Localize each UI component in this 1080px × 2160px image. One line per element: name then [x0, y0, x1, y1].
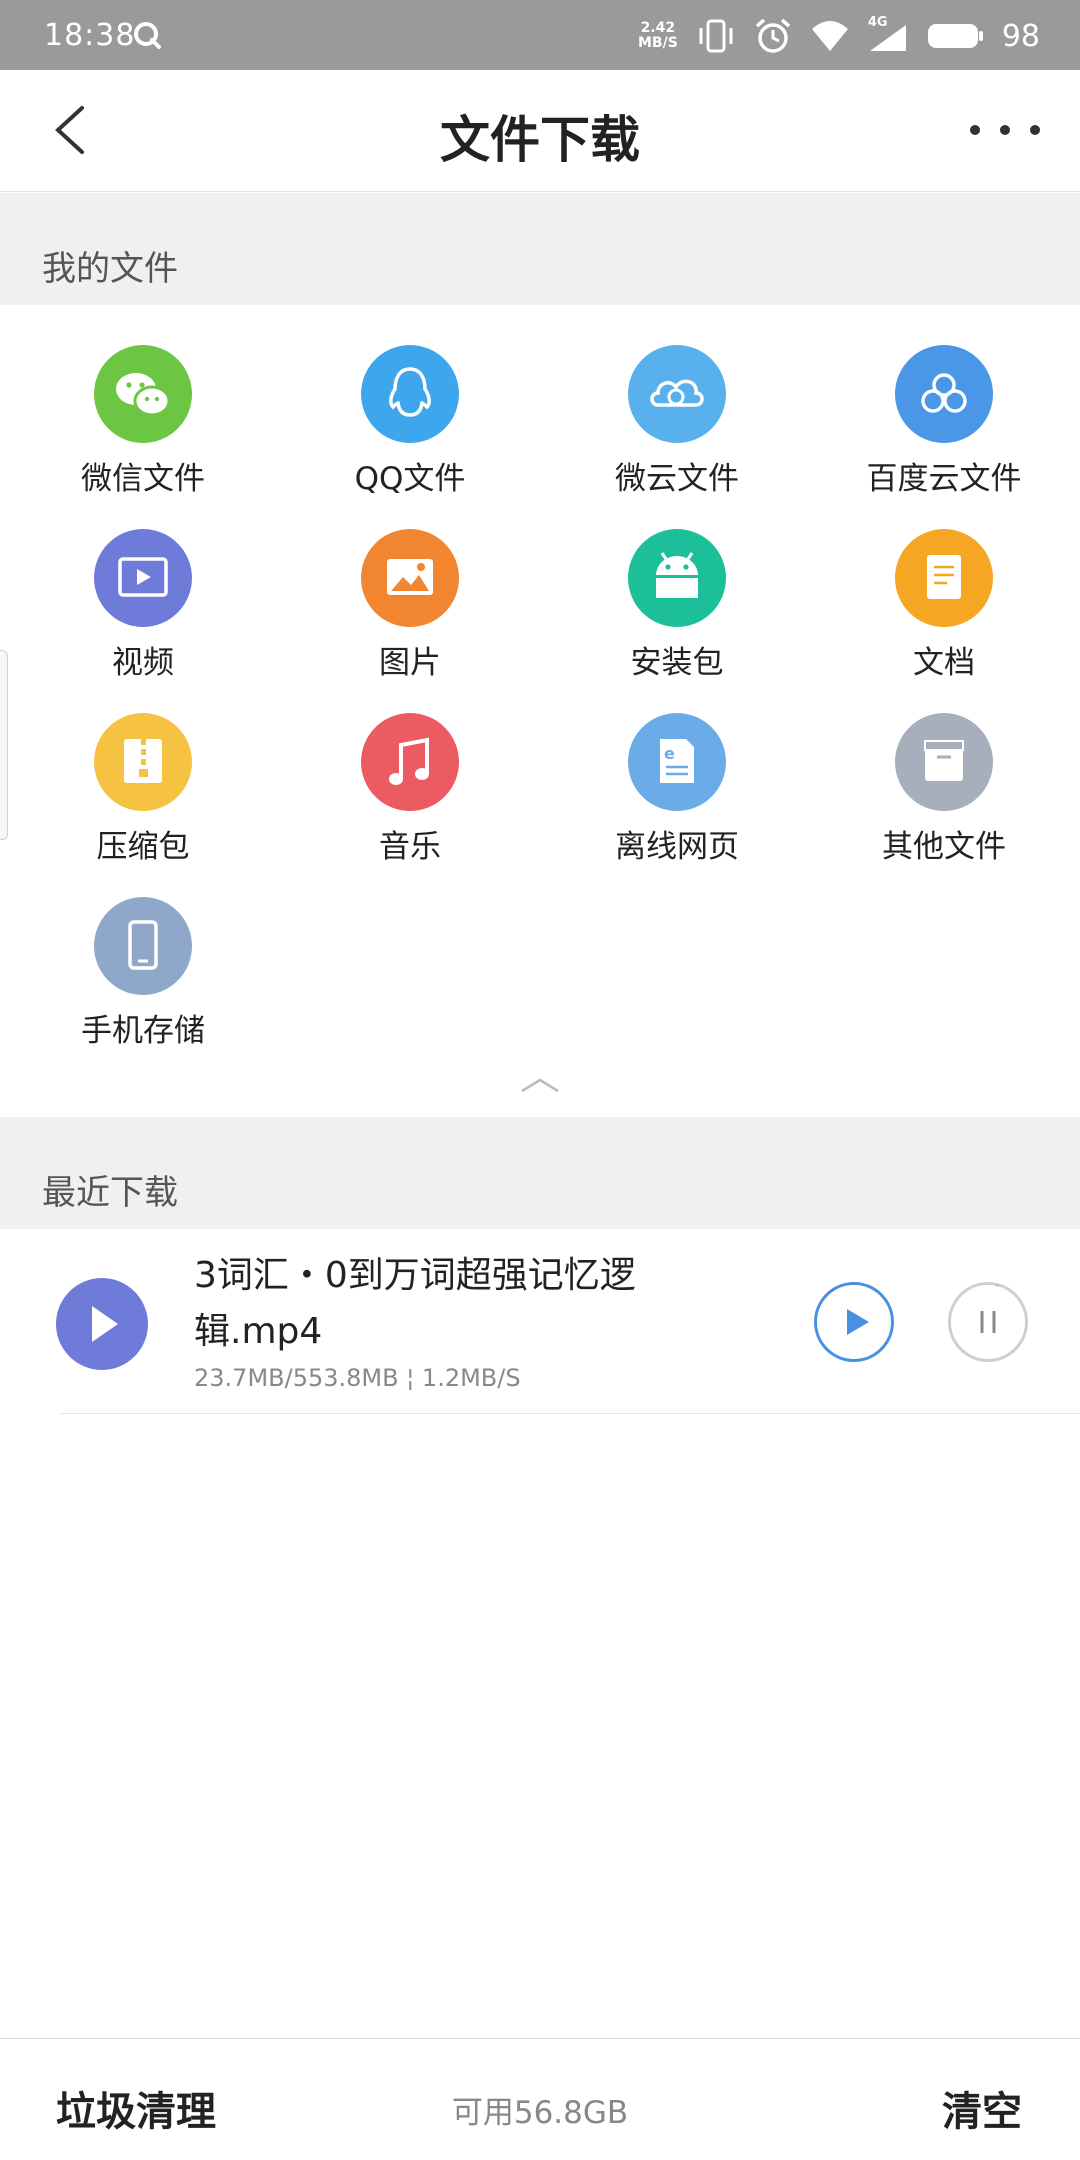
svg-text:e: e — [664, 744, 675, 763]
category-label: 其他文件 — [882, 829, 1006, 865]
download-list-item[interactable]: 3词汇・0到万词超强记忆逻辑.mp4 23.7MB/553.8MB ¦ 1.2M… — [0, 1230, 1080, 1414]
collapse-chevron-up-icon[interactable] — [518, 1075, 562, 1095]
wechat-icon — [94, 345, 192, 443]
category-baidu-cloud-files[interactable]: 百度云文件 — [809, 305, 1079, 497]
my-files-label: 我的文件 — [42, 249, 178, 289]
category-music[interactable]: 音乐 — [275, 673, 545, 865]
page-title: 文件下载 — [440, 111, 640, 169]
clear-all-button[interactable]: 清空 — [942, 2079, 1022, 2137]
category-phone-storage[interactable]: 手机存储 — [8, 857, 278, 1049]
category-apk[interactable]: 安装包 — [542, 489, 812, 681]
play-icon — [847, 1309, 869, 1335]
weiyun-cloud-icon — [628, 345, 726, 443]
category-qq-files[interactable]: QQ文件 — [275, 305, 545, 497]
phone-storage-icon — [94, 897, 192, 995]
category-images[interactable]: 图片 — [275, 489, 545, 681]
download-file-name: 3词汇・0到万词超强记忆逻辑.mp4 — [194, 1255, 636, 1352]
net-speed-value: 2.42 — [640, 20, 676, 36]
status-bar: 18:38 2.42 MB/S 4G 98 — [0, 0, 1080, 70]
more-dot-icon — [970, 125, 980, 135]
category-other-files[interactable]: 其他文件 — [809, 673, 1079, 865]
signal-icon — [869, 25, 906, 51]
more-dot-icon — [1030, 125, 1040, 135]
category-wechat-files[interactable]: 微信文件 — [8, 305, 278, 497]
recent-downloads-section-header: 最近下载 — [0, 1117, 1080, 1229]
category-label: 离线网页 — [615, 829, 739, 865]
image-icon — [361, 529, 459, 627]
android-icon — [628, 529, 726, 627]
category-weiyun-files[interactable]: 微云文件 — [542, 305, 812, 497]
vibrate-icon — [699, 19, 733, 53]
video-icon — [94, 529, 192, 627]
open-play-button[interactable] — [814, 1282, 894, 1362]
status-time: 18:38 — [44, 18, 136, 53]
category-offline-webpages[interactable]: e 离线网页 — [542, 673, 812, 865]
zip-icon — [94, 713, 192, 811]
pause-download-button[interactable] — [948, 1282, 1028, 1362]
available-storage: 可用56.8GB — [451, 2095, 629, 2131]
category-documents[interactable]: 文档 — [809, 489, 1079, 681]
qq-penguin-icon — [361, 345, 459, 443]
battery-icon — [927, 24, 983, 48]
category-archives[interactable]: 压缩包 — [8, 673, 278, 865]
alarm-icon — [755, 18, 790, 53]
pause-progress-icon — [951, 1285, 1025, 1359]
file-category-grid: 微信文件 QQ文件 微云文件 百度云文件 视频 图片 安装包 文档 压缩包 音乐… — [0, 305, 1080, 1117]
video-file-thumb-icon — [56, 1278, 148, 1370]
more-options-button[interactable] — [970, 110, 1040, 150]
battery-level: 98 — [1001, 18, 1040, 54]
edge-drag-handle[interactable] — [0, 650, 8, 840]
more-dot-icon — [1000, 125, 1010, 135]
category-label: 音乐 — [379, 829, 441, 865]
category-label: 手机存储 — [81, 1013, 205, 1049]
bottom-action-bar: 垃圾清理 可用56.8GB 清空 — [0, 2038, 1080, 2160]
download-progress-text: 23.7MB/553.8MB ¦ 1.2MB/S — [194, 1364, 521, 1392]
net-speed-unit: MB/S — [638, 35, 678, 51]
my-files-section-header: 我的文件 — [0, 193, 1080, 305]
net-speed: 2.42 MB/S — [638, 21, 678, 51]
recent-downloads-label: 最近下载 — [42, 1173, 178, 1213]
document-icon — [895, 529, 993, 627]
signal-group: 4G — [868, 15, 908, 53]
wifi-icon — [811, 21, 848, 51]
category-video[interactable]: 视频 — [8, 489, 278, 681]
music-note-icon — [361, 713, 459, 811]
qq-notification-icon — [134, 22, 161, 49]
list-divider — [60, 1413, 1080, 1414]
status-right-group: 2.42 MB/S 4G 98 — [638, 14, 1040, 58]
offline-webpage-icon: e — [628, 713, 726, 811]
baidu-cloud-icon — [895, 345, 993, 443]
other-file-icon — [895, 713, 993, 811]
app-header: 文件下载 — [0, 70, 1080, 192]
